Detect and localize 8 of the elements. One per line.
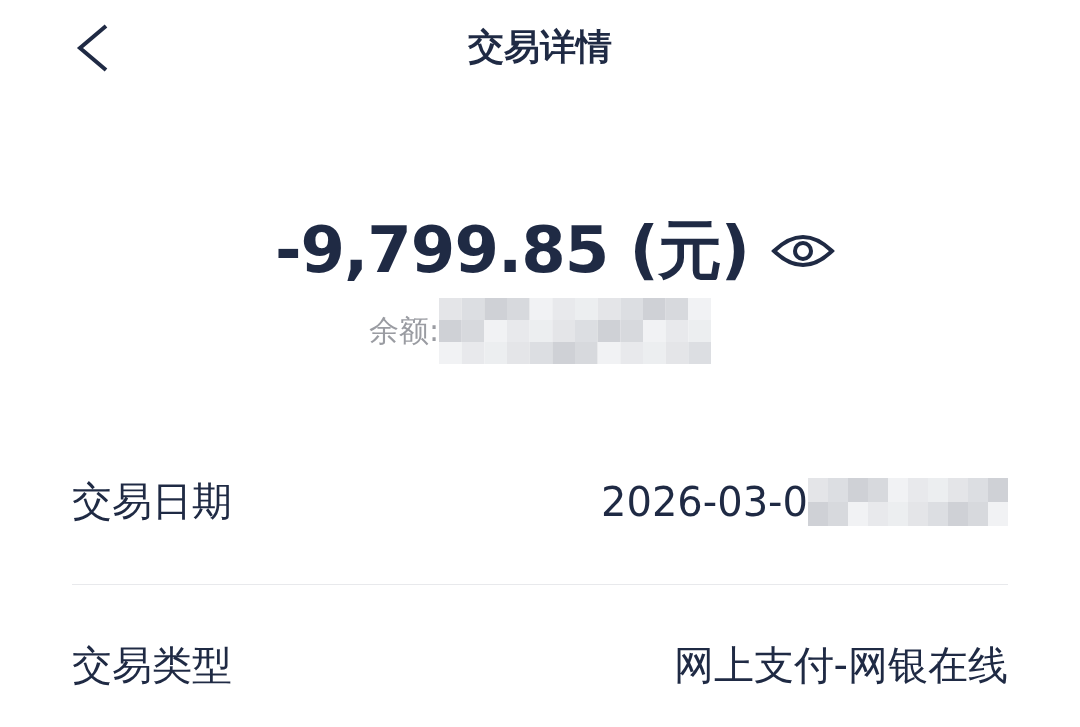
page-title: 交易详情	[468, 25, 612, 69]
back-icon[interactable]	[76, 24, 110, 72]
field-value: 网上支付-网银在线	[673, 640, 1008, 690]
field-label: 交易日期	[72, 477, 232, 526]
field-label: 交易类型	[72, 640, 232, 690]
amount-text: -9,799.85 (元)	[274, 212, 750, 289]
field-value: 2026-03-0	[601, 478, 808, 525]
balance-label: 余额:	[368, 311, 440, 350]
